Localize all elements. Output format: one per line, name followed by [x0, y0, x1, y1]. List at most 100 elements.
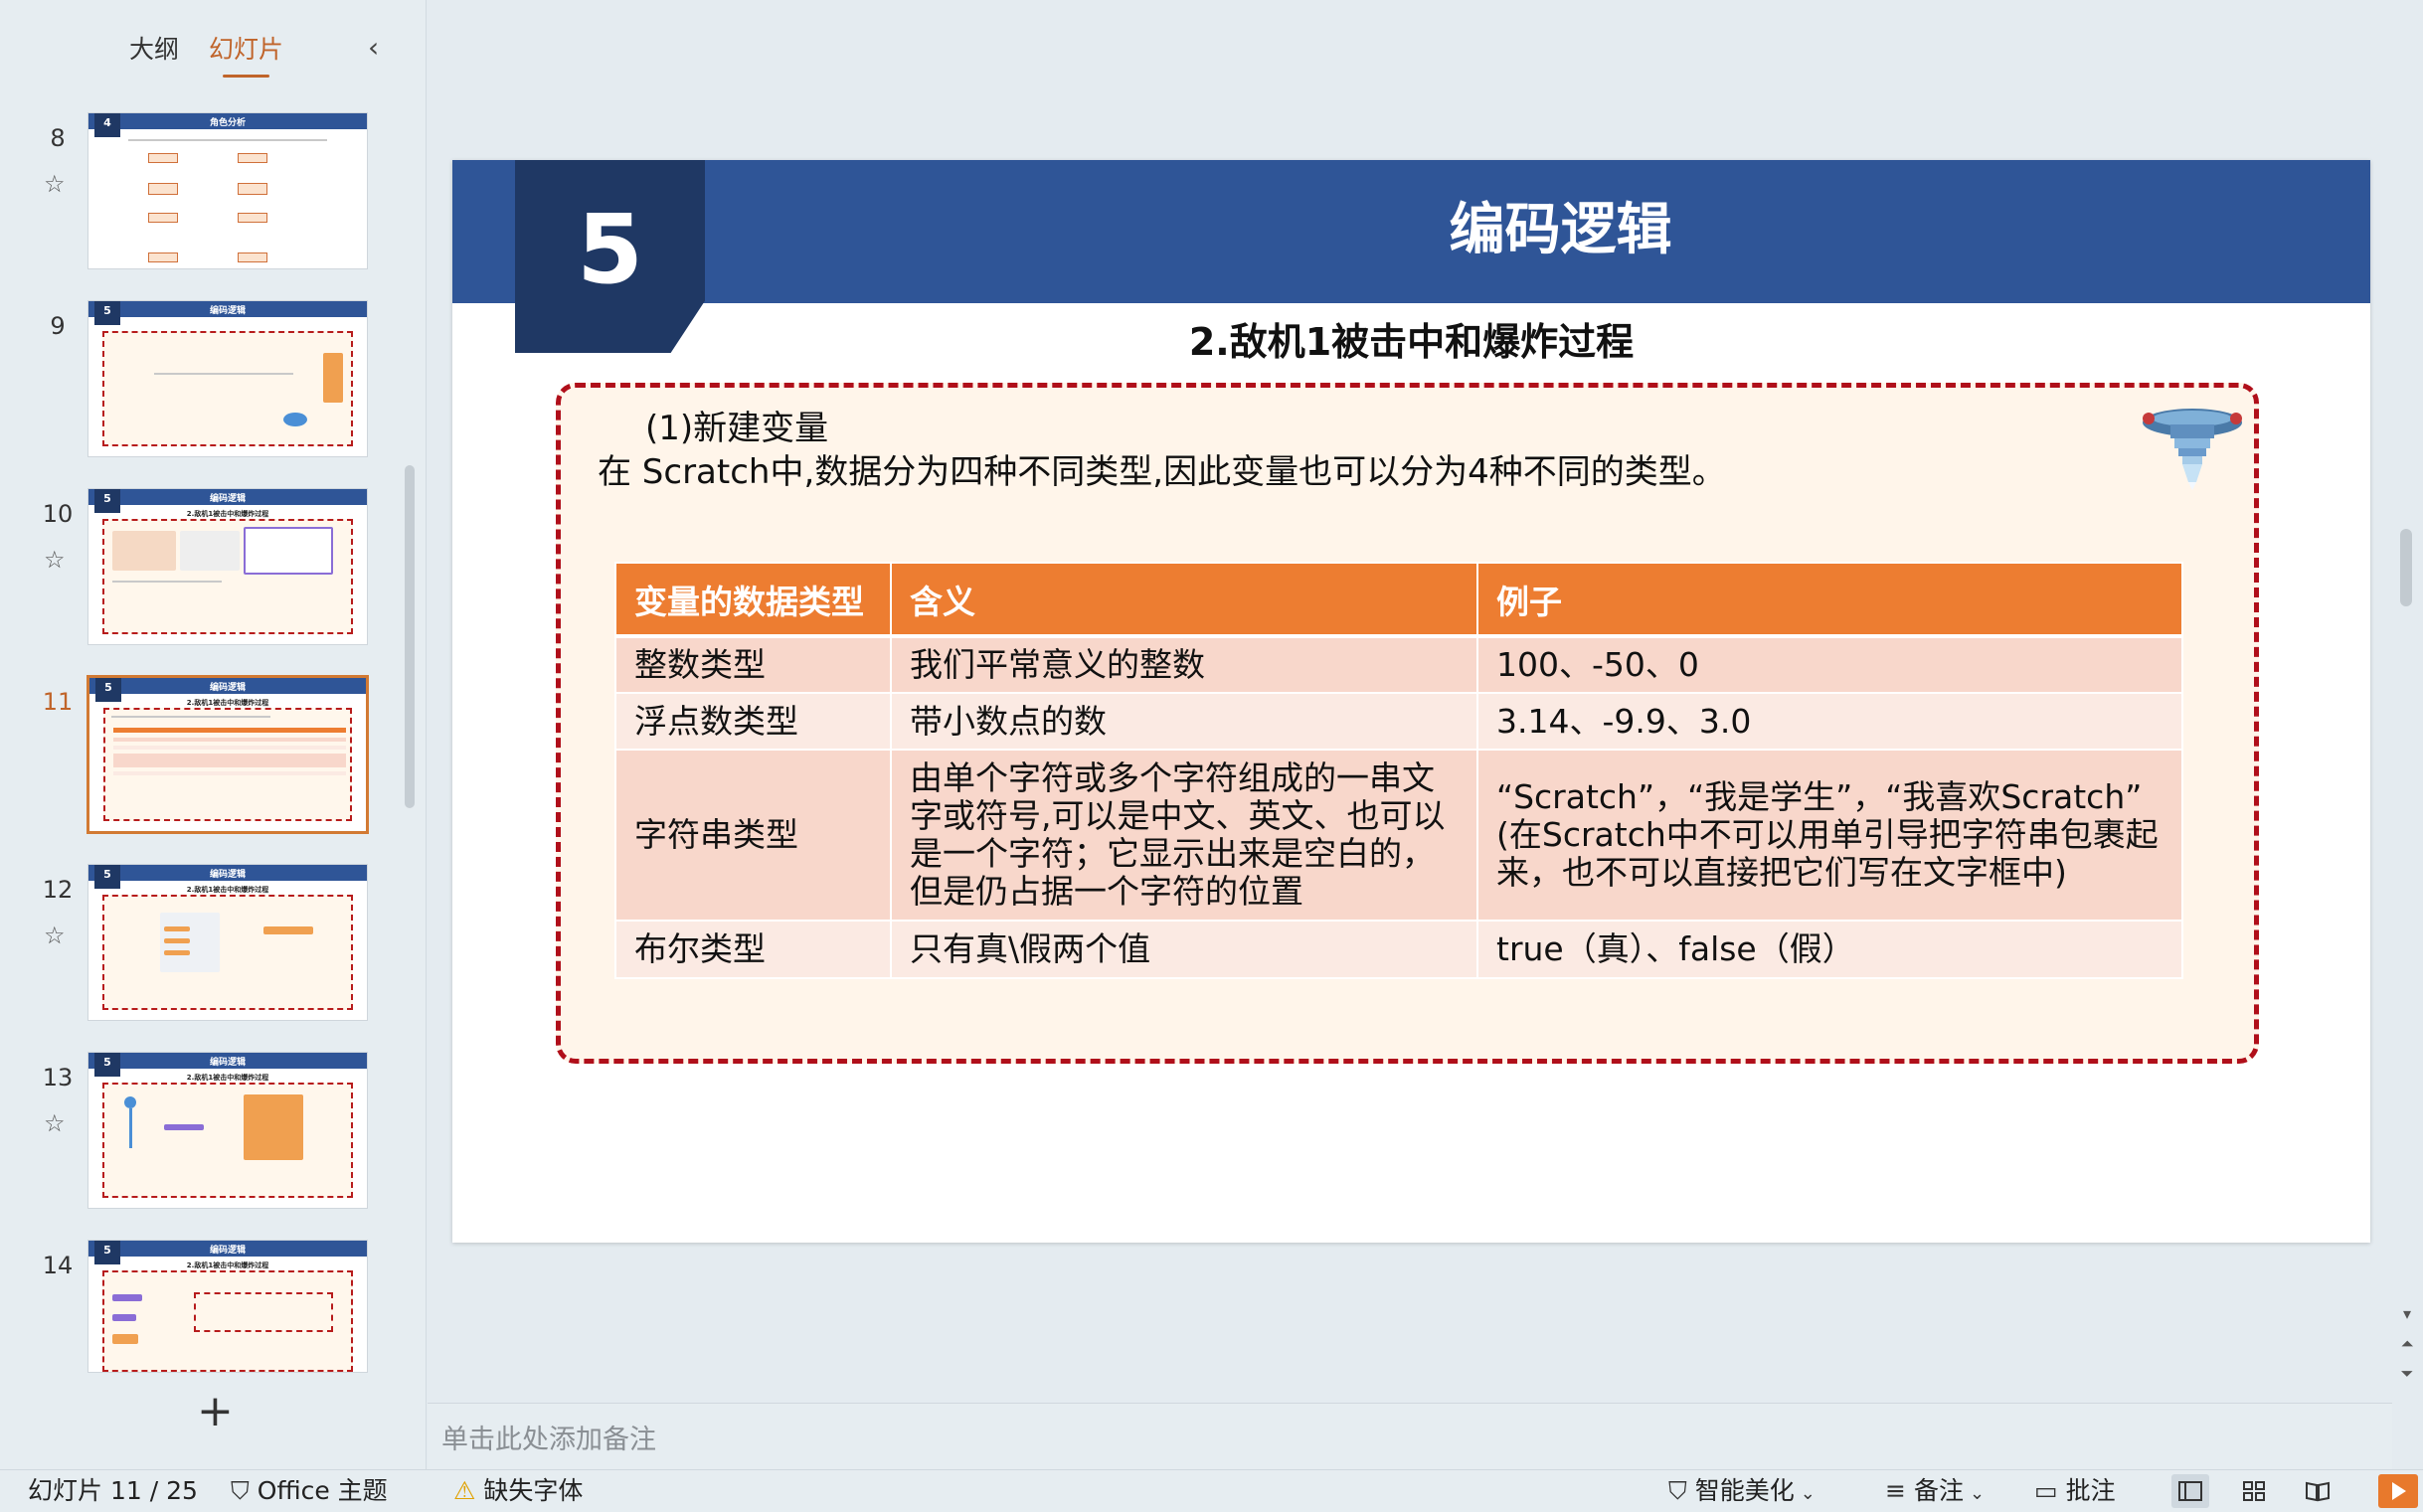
thumb-table-header — [113, 728, 346, 733]
slide-canvas[interactable]: 5 编码逻辑 2.敌机1被击中和爆炸过程 (1)新建变量 在 Scratch中,… — [452, 160, 2370, 1243]
star-icon[interactable]: ☆ — [44, 172, 66, 196]
theme-button[interactable]: ⛉ Office 主题 — [231, 1476, 388, 1506]
section-number: 5 — [577, 194, 643, 305]
thumb-subtitle: 2.敌机1被击中和爆炸过程 — [186, 1261, 269, 1269]
normal-view-button[interactable] — [2171, 1474, 2209, 1508]
star-icon[interactable]: ☆ — [44, 548, 66, 572]
thumb-image — [323, 353, 343, 403]
star-icon[interactable]: ☆ — [44, 1111, 66, 1135]
thumb-subtitle: 2.敌机1被击中和爆炸过程 — [186, 510, 269, 518]
play-slideshow-icon[interactable] — [2378, 1474, 2418, 1508]
chevron-left-icon[interactable]: ‹ — [368, 34, 394, 64]
slide-thumbnail[interactable]: 5 编码逻辑 2.敌机1被击中和爆炸过程 — [87, 864, 368, 1021]
table-row: 整数类型 我们平常意义的整数 100、-50、0 — [614, 635, 2183, 694]
thumb-title: 编码逻辑 — [209, 306, 246, 316]
previous-slide-icon[interactable]: ⏶ — [2397, 1335, 2417, 1353]
slide-thumbnail[interactable]: 5 编码逻辑 — [87, 300, 368, 457]
chevron-down-icon: ⌄ — [1969, 1483, 1986, 1504]
main-scrollbar[interactable] — [2400, 529, 2412, 606]
thumbnail-row: 9 5 编码逻辑 — [0, 300, 427, 459]
panel-scrollbar[interactable] — [405, 465, 415, 808]
thumb-image — [283, 413, 307, 426]
thumb-block — [164, 938, 190, 943]
thumb-table-row — [113, 754, 346, 767]
flow-node — [148, 183, 178, 195]
slide-number: 12 — [42, 876, 74, 904]
thumb-text-line — [128, 139, 327, 141]
data-type-table: 变量的数据类型 含义 例子 整数类型 我们平常意义的整数 100、-50、0 浮… — [614, 562, 2183, 979]
thumbnail-row: 8 ☆ 4 角色分析 — [0, 112, 427, 271]
notes-placeholder[interactable]: 单击此处添加备注 — [441, 1418, 656, 1456]
thumb-text-line — [154, 373, 293, 375]
chevron-down-icon: ⌄ — [1800, 1483, 1816, 1504]
scroll-down-icon[interactable]: ▾ — [2397, 1305, 2417, 1323]
status-bar: 幻灯片 11 / 25 ⛉ Office 主题 ⚠ 缺失字体 ⛉ 智能美化 ⌄ ≡ 备注 ⌄… — [0, 1469, 2423, 1512]
table-cell: 浮点数类型 — [614, 692, 892, 751]
table-cell: 3.14、-9.9、3.0 — [1476, 692, 2183, 751]
content-description: 在 Scratch中,数据分为四种不同类型,因此变量也可以分为4种不同的类型。 — [598, 452, 1726, 492]
slide-thumbnail[interactable]: 5 编码逻辑 2.敌机1被击中和爆炸过程 — [87, 1052, 368, 1209]
thumb-callout — [194, 1292, 333, 1332]
thumb-content-box — [102, 519, 353, 634]
table-cell: true（真）、false（假） — [1476, 920, 2183, 979]
notes-button[interactable]: ≡ 备注 ⌄ — [1885, 1476, 1992, 1509]
table-cell: 整数类型 — [614, 635, 892, 694]
thumbnail-row: 14 5 编码逻辑 2.敌机1被击中和爆炸过程 — [0, 1240, 427, 1399]
slide-thumbnail[interactable]: 5 编码逻辑 2.敌机1被击中和爆炸过程 — [87, 488, 368, 645]
reading-view-button[interactable] — [2299, 1474, 2336, 1508]
next-slide-icon[interactable]: ⏷ — [2397, 1365, 2417, 1383]
flow-node — [148, 252, 178, 262]
slide-thumbnail[interactable]: 4 角色分析 — [87, 112, 368, 269]
table-header-row: 变量的数据类型 含义 例子 — [614, 562, 2183, 638]
thumb-table-row — [113, 738, 346, 742]
plus-icon[interactable]: + — [197, 1390, 234, 1433]
beautify-label: 智能美化 — [1694, 1476, 1795, 1505]
beautify-button[interactable]: ⛉ 智能美化 ⌄ — [1668, 1476, 1823, 1509]
slide-number: 9 — [50, 312, 66, 340]
slide-number: 14 — [42, 1252, 74, 1279]
column-header: 例子 — [1476, 562, 2183, 638]
notes-label: 备注 — [1913, 1476, 1964, 1505]
table-cell: 字符串类型 — [614, 749, 892, 922]
column-header: 含义 — [890, 562, 1478, 638]
thumb-title: 编码逻辑 — [209, 494, 246, 504]
table-row: 布尔类型 只有真\假两个值 true（真）、false（假） — [614, 920, 2183, 979]
comments-button[interactable]: ▭ 批注 — [2034, 1476, 2116, 1506]
thumb-content-box — [102, 895, 353, 1010]
thumb-content-box — [102, 1270, 353, 1372]
table-cell: 布尔类型 — [614, 920, 892, 979]
theme-label: Office 主题 — [257, 1476, 388, 1505]
thumb-block — [164, 950, 190, 955]
thumb-block — [112, 1314, 136, 1321]
slide-number: 11 — [42, 688, 74, 716]
thumb-title: 编码逻辑 — [209, 683, 246, 693]
flow-node — [238, 252, 267, 262]
comments-label: 批注 — [2065, 1476, 2116, 1505]
flow-node — [238, 213, 267, 223]
shield-icon: ⛉ — [1668, 1476, 1687, 1505]
slide-thumbnail[interactable]: 5 编码逻辑 2.敌机1被击中和爆炸过程 — [87, 1240, 368, 1373]
flow-node — [238, 183, 267, 195]
tab-slides[interactable]: 幻灯片 — [209, 32, 283, 78]
thumb-content-box — [102, 331, 353, 446]
table-row: 字符串类型 由单个字符或多个字符组成的一串文字或符号,可以是中文、英文、也可以是… — [614, 749, 2183, 922]
table-cell: 只有真\假两个值 — [890, 920, 1478, 979]
slide-panel: 大纲 幻灯片 ‹ 8 ☆ 4 角色分析 9 5 编码逻辑 10 ☆ 5 编码逻辑… — [0, 0, 427, 1469]
slide-title: 编码逻辑 — [1449, 198, 1672, 262]
grid-view-icon — [2243, 1481, 2265, 1501]
grid-view-button[interactable] — [2235, 1474, 2273, 1508]
tab-outline[interactable]: 大纲 — [129, 32, 179, 72]
thumb-subtitle: 2.敌机1被击中和爆炸过程 — [186, 699, 269, 707]
table-cell: 带小数点的数 — [890, 692, 1478, 751]
slide-number: 8 — [50, 124, 66, 152]
slide-thumbnail-current[interactable]: 5 编码逻辑 2.敌机1被击中和爆炸过程 — [87, 675, 369, 834]
thumbnail-row: 12 ☆ 5 编码逻辑 2.敌机1被击中和爆炸过程 — [0, 864, 427, 1023]
missing-font-button[interactable]: ⚠ 缺失字体 — [453, 1476, 583, 1506]
notes-pane[interactable]: 单击此处添加备注 — [428, 1403, 2392, 1469]
list-icon: ≡ — [1885, 1476, 1906, 1505]
theme-icon: ⛉ — [231, 1476, 250, 1505]
warning-icon: ⚠ — [453, 1476, 476, 1505]
normal-view-icon — [2178, 1481, 2202, 1501]
star-icon[interactable]: ☆ — [44, 924, 66, 947]
thumb-block — [263, 926, 313, 934]
